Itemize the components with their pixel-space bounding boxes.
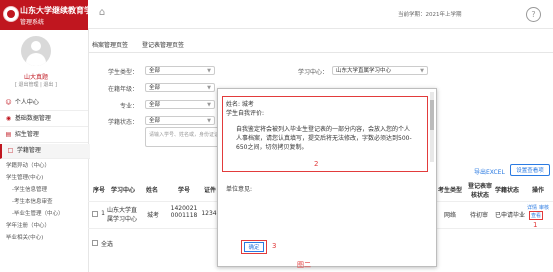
row-name: 城考: [146, 212, 159, 219]
row-review-status: 待初审: [469, 212, 488, 219]
marker-3: 3: [272, 242, 277, 250]
col-header-review: 登记表审核状态: [467, 183, 492, 199]
university-logo: [3, 6, 19, 22]
sidebar-item-enrollment[interactable]: ▤ 招生管理: [0, 128, 88, 143]
learning-center-value: 山东大学直属学习中心: [336, 68, 392, 74]
sidebar-item-label: 学籍管理: [16, 147, 41, 154]
col-header-status: 学籍状态: [494, 187, 519, 194]
level-value: 全部: [149, 85, 161, 91]
sidebar-sub-item[interactable]: -学生信息管理: [0, 184, 100, 196]
config-columns-button[interactable]: 设置查看项: [510, 164, 550, 176]
file-icon: □: [7, 147, 14, 154]
avatar[interactable]: [21, 36, 51, 66]
user-links[interactable]: [ 退出管理 | 退出 ]: [0, 81, 72, 88]
chevron-down-icon: ▼: [420, 68, 424, 74]
student-type-value: 全部: [149, 68, 161, 74]
learning-center-label: 学习中心：: [297, 69, 328, 76]
sidebar-item-records[interactable]: □ 学籍管理: [0, 144, 90, 159]
chevron-down-icon: ▼: [207, 85, 211, 91]
sidebar-item-basic-data[interactable]: ◉ 基础数据管理: [0, 112, 88, 127]
student-type-select[interactable]: 全部 ▼: [145, 66, 215, 75]
tab-registration[interactable]: 登记表管理页签: [142, 40, 184, 49]
sidebar-sub-item[interactable]: 学生管理(中心): [0, 172, 94, 184]
confirm-button[interactable]: 确定: [244, 242, 264, 252]
chevron-down-icon: ▼: [207, 102, 211, 108]
dialog-self-eval-label: 学生自我评价:: [226, 110, 265, 117]
sidebar-item-label: 个人中心: [14, 99, 39, 106]
row-detail-link[interactable]: 详情: [527, 204, 537, 211]
marker-2: 2: [314, 160, 319, 168]
tab-archive[interactable]: 档案管理页签: [92, 40, 128, 49]
export-excel-link[interactable]: 导出EXCEL: [474, 167, 505, 176]
brand-subtitle: 管理系统: [20, 19, 45, 26]
col-header-id: 学号: [177, 187, 190, 194]
sidebar-sub-item[interactable]: 学年注册（中心）: [0, 220, 94, 232]
level-label: 在籍年级：: [107, 86, 138, 93]
dialog-student-name: 姓名: 城考: [226, 101, 254, 108]
sidebar-sub-item[interactable]: 毕业相关(中心): [0, 232, 94, 244]
learning-center-select[interactable]: 山东大学直属学习中心 ▼: [332, 66, 428, 75]
col-header-stu-type: 考生类型: [437, 187, 462, 194]
user-name: 山大真题: [23, 74, 48, 81]
brand-header: 山东大学继续教育学院 管理系统: [0, 0, 100, 30]
chevron-down-icon: ▼: [207, 118, 211, 124]
row-view-link[interactable]: 查看: [531, 212, 541, 219]
tab-divider: [88, 52, 553, 53]
row-record-status: 已申请毕业: [494, 212, 525, 219]
chevron-down-icon: ▼: [207, 68, 211, 74]
sidebar-item-label: 基础数据管理: [14, 115, 51, 122]
row-stu-type: 网络: [443, 212, 456, 219]
major-label: 专业：: [119, 103, 138, 110]
select-all-checkbox[interactable]: [92, 240, 98, 246]
sidebar-sub-item[interactable]: -毕业生管理（中心）: [0, 208, 100, 220]
major-select[interactable]: 全部 ▼: [145, 100, 215, 109]
major-value: 全部: [149, 102, 161, 108]
sidebar-item-personal-center[interactable]: ☺ 个人中心: [0, 96, 88, 111]
col-header-index: 序号: [92, 187, 105, 194]
sidebar-item-label: 招生管理: [14, 131, 39, 138]
col-header-ops: 操作: [531, 187, 544, 194]
student-type-label: 学生类型：: [107, 69, 138, 76]
sidebar-sub-item[interactable]: -考生本信息审查: [0, 196, 100, 208]
top-bar: [88, 0, 553, 29]
person-icon: ☺: [5, 99, 12, 106]
current-semester: 当前学期：2021年上学期: [398, 12, 462, 18]
row-student-id: 14200210001118: [170, 205, 198, 219]
status-value: 全部: [149, 118, 161, 124]
select-all-label: 全选: [101, 241, 114, 248]
level-select[interactable]: 全部 ▼: [145, 83, 215, 92]
row-center: 山东大学直属学习中心: [106, 207, 137, 223]
marker-1: 1: [533, 221, 538, 229]
dialog-notice-text[interactable]: 自我鉴定将会被列入毕业生登记表的一部分内容，会放入您的个人人事档案，请您认真填写…: [236, 125, 414, 152]
status-select[interactable]: 全部 ▼: [145, 116, 215, 125]
dialog-unit-opinion-label: 单位意见:: [226, 186, 253, 193]
dialog-scrollbar-thumb[interactable]: [430, 100, 434, 130]
home-icon[interactable]: ⌂: [96, 7, 108, 19]
database-icon: ◉: [5, 115, 12, 122]
row-audit-link[interactable]: 审核: [539, 204, 549, 211]
row-checkbox[interactable]: [92, 211, 98, 217]
status-label: 学籍状态：: [107, 119, 138, 126]
figure-caption: 图二: [297, 261, 311, 269]
col-header-name: 姓名: [145, 187, 158, 194]
help-icon[interactable]: ?: [526, 7, 541, 22]
col-header-center: 学习中心: [110, 187, 135, 194]
sidebar-sub-item[interactable]: 学籍异动（中心）: [0, 160, 94, 172]
row-cert: 1234: [201, 210, 217, 217]
clipboard-icon: ▤: [5, 131, 12, 138]
